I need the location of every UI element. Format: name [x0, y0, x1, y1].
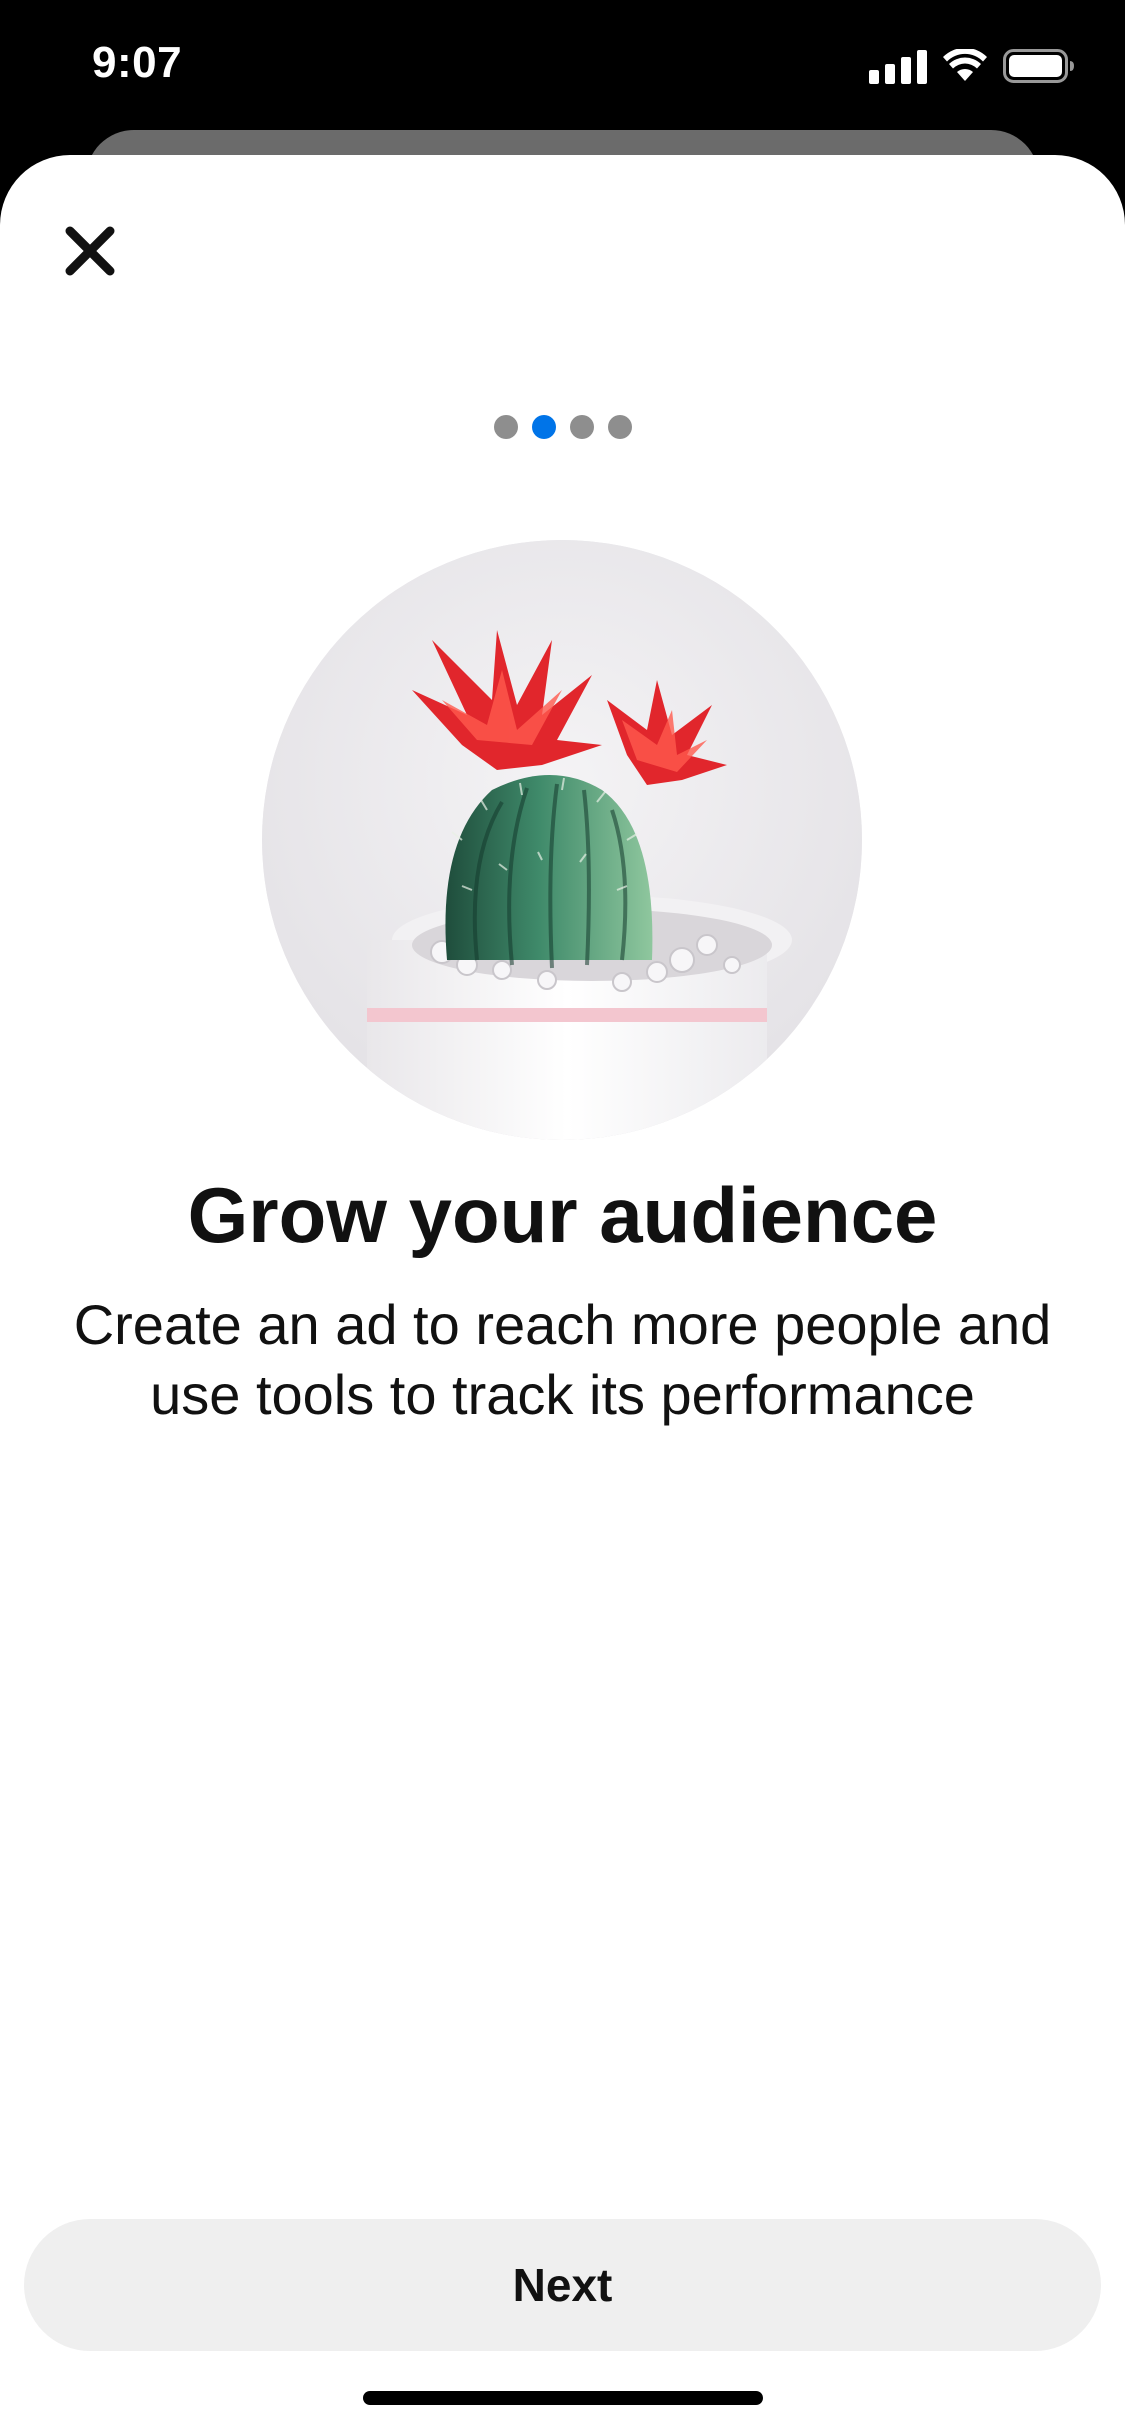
battery-icon	[1003, 49, 1075, 83]
page-dot-2-active[interactable]	[531, 415, 556, 439]
page-description: Create an ad to reach more people and us…	[40, 1290, 1085, 1430]
description-line-2: use tools to track its performance	[150, 1363, 975, 1426]
page-dot-3[interactable]	[569, 415, 594, 439]
close-button[interactable]	[52, 213, 128, 289]
page-indicator	[0, 415, 1125, 439]
description-line-1: Create an ad to reach more people and	[73, 1293, 1052, 1356]
page-dot-1[interactable]	[493, 415, 518, 439]
signal-icon	[869, 48, 927, 84]
home-indicator[interactable]	[363, 2391, 763, 2405]
onboarding-sheet: Grow your audience Create an ad to reach…	[0, 155, 1125, 2436]
page-dot-4[interactable]	[607, 415, 632, 439]
status-bar: 9:07	[0, 0, 1125, 140]
next-button-label: Next	[512, 2259, 613, 2311]
status-icons	[869, 48, 1075, 84]
close-icon	[65, 226, 115, 276]
wifi-icon	[943, 49, 987, 83]
page-title: Grow your audience	[187, 1171, 938, 1259]
hero-image	[262, 540, 862, 1140]
status-time: 9:07	[92, 38, 183, 87]
cactus-illustration	[262, 540, 862, 1140]
next-button[interactable]: Next	[24, 2219, 1101, 2351]
